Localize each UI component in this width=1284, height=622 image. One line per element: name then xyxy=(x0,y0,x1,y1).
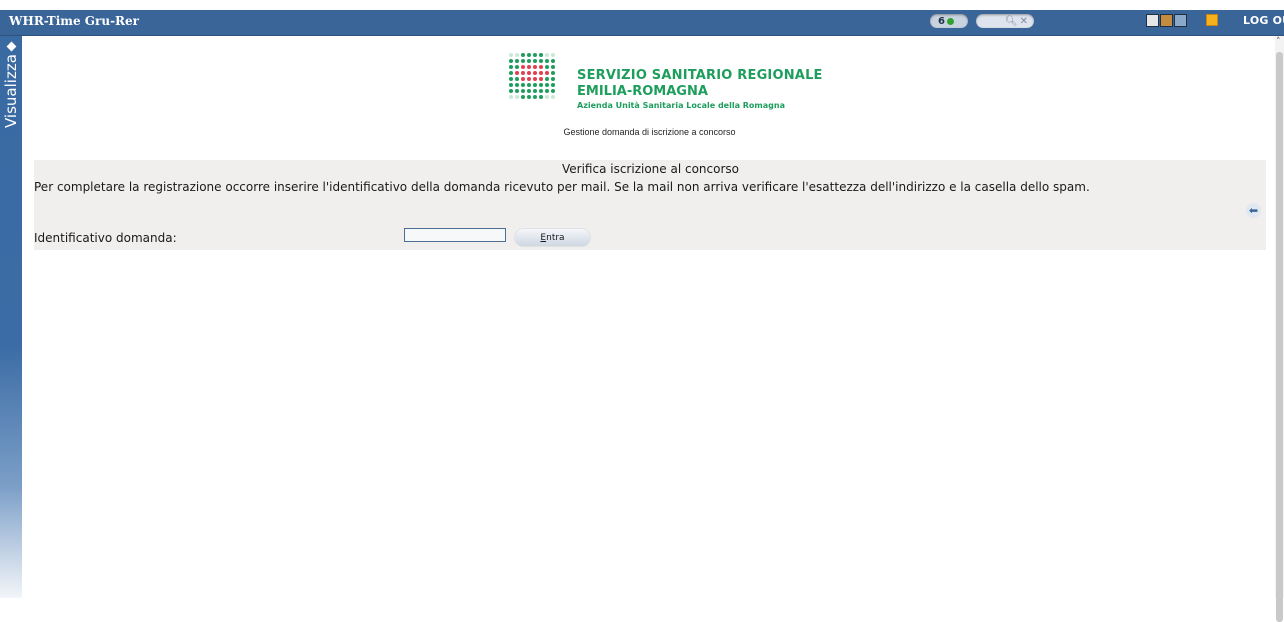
logo-dot xyxy=(527,59,531,63)
logo-dot xyxy=(533,95,537,99)
logout-link[interactable]: LOG OUT xyxy=(1243,14,1284,27)
logo-dot xyxy=(545,83,549,87)
logo-dot xyxy=(533,65,537,69)
logo-dot xyxy=(515,71,519,75)
logo-dot xyxy=(521,65,525,69)
logo-dot xyxy=(533,83,537,87)
entra-label: ntra xyxy=(546,232,565,243)
logo-dot xyxy=(545,59,549,63)
logo-dot xyxy=(533,59,537,63)
logo-dot xyxy=(539,83,543,87)
logo-dot xyxy=(539,89,543,93)
logo-dot xyxy=(521,89,525,93)
logo-dot xyxy=(545,65,549,69)
notification-counter[interactable]: 6 xyxy=(930,14,968,28)
logo-dot xyxy=(509,95,513,99)
logo-dot xyxy=(521,77,525,81)
logo-dot xyxy=(551,53,555,57)
logo-dot xyxy=(515,83,519,87)
sidebar-visualizza[interactable]: Visualizza xyxy=(0,36,22,598)
notes-icon[interactable] xyxy=(1206,14,1218,26)
logo-dot xyxy=(545,53,549,57)
logo-dot xyxy=(539,71,543,75)
scroll-up-icon[interactable]: ˄ xyxy=(1276,38,1281,47)
logo-dot xyxy=(521,95,525,99)
logo-dot xyxy=(509,83,513,87)
logo-line3: Azienda Unità Sanitaria Locale della Rom… xyxy=(577,101,785,110)
logo-dot xyxy=(545,89,549,93)
logo-dot xyxy=(515,53,519,57)
document-icon[interactable] xyxy=(1146,14,1159,27)
logo-dot xyxy=(533,77,537,81)
logo-dot xyxy=(515,89,519,93)
title-strip xyxy=(0,10,1284,36)
logo-dot xyxy=(521,53,525,57)
logo-dot xyxy=(509,71,513,75)
logo-dot xyxy=(527,65,531,69)
logo-dot xyxy=(551,95,555,99)
quick-search[interactable]: 🔍︎ ✕ xyxy=(976,14,1034,28)
logo-dot xyxy=(545,71,549,75)
logo-dot xyxy=(509,59,513,63)
people-icon[interactable] xyxy=(1160,14,1173,27)
sidebar-label: Visualizza xyxy=(2,54,20,128)
logo-dot xyxy=(551,71,555,75)
logo-dot xyxy=(539,95,543,99)
logo-line2: EMILIA-ROMAGNA xyxy=(577,84,708,99)
logo-dot xyxy=(527,89,531,93)
logo-dot xyxy=(527,71,531,75)
logo-dot xyxy=(521,71,525,75)
top-bar: WHR-Time Gru-Rer 6 🔍︎ ✕ LOG OUT xyxy=(0,0,1284,38)
logo-line1: SERVIZIO SANITARIO REGIONALE xyxy=(577,68,823,83)
logo-dot xyxy=(539,53,543,57)
logo-dot xyxy=(545,95,549,99)
logo-dot xyxy=(527,83,531,87)
clear-icon[interactable]: ✕ xyxy=(1020,16,1028,27)
logo-dot xyxy=(521,59,525,63)
logo-dot xyxy=(509,77,513,81)
back-button[interactable]: ⬅︎ xyxy=(1246,203,1261,218)
logo-dot xyxy=(515,95,519,99)
scroll-thumb[interactable] xyxy=(1276,52,1283,622)
logo-dot xyxy=(527,53,531,57)
logo-dot xyxy=(509,53,513,57)
logo-dot xyxy=(545,77,549,81)
logo-dot xyxy=(539,65,543,69)
search-icon[interactable]: 🔍︎ xyxy=(1005,16,1018,27)
logo-dot xyxy=(509,89,513,93)
logo-dot xyxy=(509,65,513,69)
id-input[interactable] xyxy=(404,228,506,242)
logo-dot xyxy=(551,89,555,93)
logo-icon xyxy=(508,52,556,100)
logo-dot xyxy=(527,95,531,99)
panel-title: Verifica iscrizione al concorso xyxy=(562,162,739,176)
logo-dot xyxy=(533,71,537,75)
instruction-text: Per completare la registrazione occorre … xyxy=(34,180,1090,194)
logo-dot xyxy=(521,83,525,87)
logo-dot xyxy=(533,89,537,93)
logo-dot xyxy=(515,59,519,63)
logo-dot xyxy=(527,77,531,81)
settings-icon[interactable] xyxy=(1174,14,1187,27)
counter-value: 6 xyxy=(938,15,945,27)
logo-dot xyxy=(551,77,555,81)
logo-dot xyxy=(551,83,555,87)
logo-dot xyxy=(515,65,519,69)
status-dot-icon xyxy=(946,17,954,25)
page-subtitle: Gestione domanda di iscrizione a concors… xyxy=(563,127,736,137)
entra-button[interactable]: Entra xyxy=(515,229,590,246)
logo-dot xyxy=(539,59,543,63)
logo-dot xyxy=(515,77,519,81)
logo-dot xyxy=(533,53,537,57)
logo-dot xyxy=(551,59,555,63)
back-arrow-icon[interactable]: ⬅︎ xyxy=(1249,205,1258,216)
vertical-scrollbar[interactable]: ˄ xyxy=(1275,36,1284,622)
id-label: Identificativo domanda: xyxy=(34,231,177,245)
verification-panel: Verifica iscrizione al concorso Per comp… xyxy=(34,160,1266,250)
logo-dot xyxy=(551,65,555,69)
app-title: WHR-Time Gru-Rer xyxy=(9,14,139,28)
logo-dot xyxy=(539,77,543,81)
